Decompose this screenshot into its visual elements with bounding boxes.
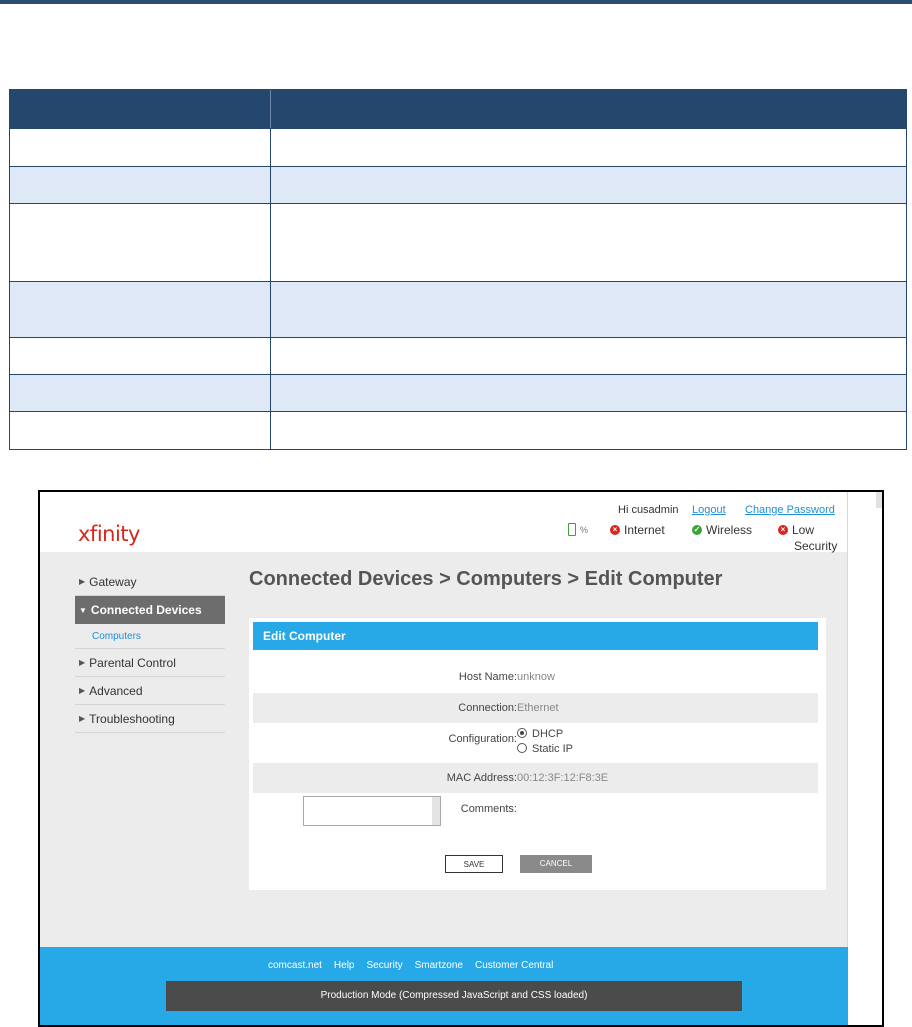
mac-address-row: MAC Address: 00:12:3F:12:F8:3E xyxy=(253,763,818,793)
battery-label: % xyxy=(580,524,589,535)
footer-link-help[interactable]: Help xyxy=(334,960,355,971)
footer-link-security[interactable]: Security xyxy=(367,960,403,971)
chevron-down-icon: ▼ xyxy=(79,605,87,615)
table-row xyxy=(10,281,906,337)
footer-link-smartzone[interactable]: Smartzone xyxy=(415,960,463,971)
radio-empty-icon xyxy=(517,743,527,753)
table-row xyxy=(10,374,906,411)
sidebar-item-parental-control[interactable]: ▶ Parental Control xyxy=(75,649,225,677)
chevron-right-icon: ▶ xyxy=(79,714,86,723)
footer-links: comcast.net Help Security Smartzone Cust… xyxy=(268,960,553,971)
xfinity-logo[interactable]: xfinity xyxy=(78,522,140,546)
table-row xyxy=(10,411,906,449)
page-title: Connected Devices > Computers > Edit Com… xyxy=(249,568,723,590)
document-table xyxy=(9,89,907,450)
comments-textarea[interactable] xyxy=(303,796,441,826)
configuration-label: Configuration: xyxy=(448,733,518,745)
error-icon: × xyxy=(610,525,620,535)
router-ui-screenshot: xfinity Hi cusadmin Logout Change Passwo… xyxy=(38,490,884,1027)
internet-label: Internet xyxy=(624,523,665,537)
mac-address-value: 00:12:3F:12:F8:3E xyxy=(517,772,609,784)
connection-label: Connection: xyxy=(458,702,517,714)
sidebar-item-connected-devices[interactable]: ▼ Connected Devices xyxy=(75,596,225,624)
static-ip-label: Static IP xyxy=(532,743,573,755)
wireless-label: Wireless xyxy=(706,523,753,537)
security-label-line1: Low xyxy=(792,523,815,537)
sidebar-item-label: Parental Control xyxy=(89,655,176,670)
security-status: × Low xyxy=(778,523,814,537)
comments-label: Comments: xyxy=(460,803,517,815)
sidebar-nav: ▶ Gateway ▼ Connected Devices Computers … xyxy=(75,568,225,733)
save-button[interactable]: SAVE xyxy=(445,855,503,873)
table-row xyxy=(10,128,906,166)
chevron-right-icon: ▶ xyxy=(79,577,86,586)
logout-link[interactable]: Logout xyxy=(692,504,726,516)
connection-value: Ethernet xyxy=(517,702,559,714)
error-icon: × xyxy=(778,525,788,535)
dhcp-label: DHCP xyxy=(532,728,564,740)
footer-link-comcast[interactable]: comcast.net xyxy=(268,960,322,971)
radio-selected-icon xyxy=(517,728,527,738)
security-label-line2: Security xyxy=(794,539,838,553)
host-name-value: unknow xyxy=(517,671,555,683)
edit-computer-panel: Edit Computer Host Name: unknow Connecti… xyxy=(249,618,826,890)
header-bar: xfinity Hi cusadmin Logout Change Passwo… xyxy=(40,492,848,553)
battery-status: % xyxy=(568,523,588,536)
internet-status: × Internet xyxy=(610,523,665,537)
textarea-scrollbar[interactable] xyxy=(432,797,440,825)
sidebar-item-advanced[interactable]: ▶ Advanced xyxy=(75,677,225,705)
sidebar-item-label: Connected Devices xyxy=(90,603,202,617)
table-row xyxy=(10,203,906,281)
chevron-right-icon: ▶ xyxy=(79,658,86,667)
footer-link-customer-central[interactable]: Customer Central xyxy=(475,960,553,971)
check-icon: ✓ xyxy=(692,525,702,535)
table-row xyxy=(10,166,906,203)
static-ip-radio[interactable]: Static IP xyxy=(517,743,573,755)
table-row xyxy=(10,337,906,374)
greeting-text: Hi cusadmin xyxy=(618,504,679,516)
chevron-right-icon: ▶ xyxy=(79,686,86,695)
sidebar-item-label: Troubleshooting xyxy=(89,711,175,726)
document-top-rule xyxy=(0,0,912,4)
table-header-row xyxy=(10,90,906,128)
sidebar-item-label: Gateway xyxy=(89,574,137,589)
sidebar-item-gateway[interactable]: ▶ Gateway xyxy=(75,568,225,596)
production-mode-bar: Production Mode (Compressed JavaScript a… xyxy=(166,981,742,1011)
sidebar-item-computers[interactable]: Computers xyxy=(75,624,225,649)
footer: comcast.net Help Security Smartzone Cust… xyxy=(40,947,848,1025)
panel-title: Edit Computer xyxy=(253,622,818,650)
host-name-label: Host Name: xyxy=(458,671,517,683)
configuration-row: Configuration: DHCP Static IP xyxy=(253,724,818,762)
wireless-status: ✓ Wireless xyxy=(692,523,752,537)
sidebar-item-troubleshooting[interactable]: ▶ Troubleshooting xyxy=(75,705,225,733)
host-name-row: Host Name: unknow xyxy=(253,662,818,692)
vertical-scrollbar[interactable] xyxy=(847,492,882,1025)
scrollbar-thumb[interactable] xyxy=(876,492,882,508)
mac-address-label: MAC Address: xyxy=(446,772,517,784)
sidebar-item-label: Advanced xyxy=(89,683,143,698)
cancel-button[interactable]: CANCEL xyxy=(520,855,592,873)
battery-icon xyxy=(568,523,576,536)
change-password-link[interactable]: Change Password xyxy=(745,504,835,516)
connection-row: Connection: Ethernet xyxy=(253,693,818,723)
dhcp-radio[interactable]: DHCP xyxy=(517,728,563,740)
